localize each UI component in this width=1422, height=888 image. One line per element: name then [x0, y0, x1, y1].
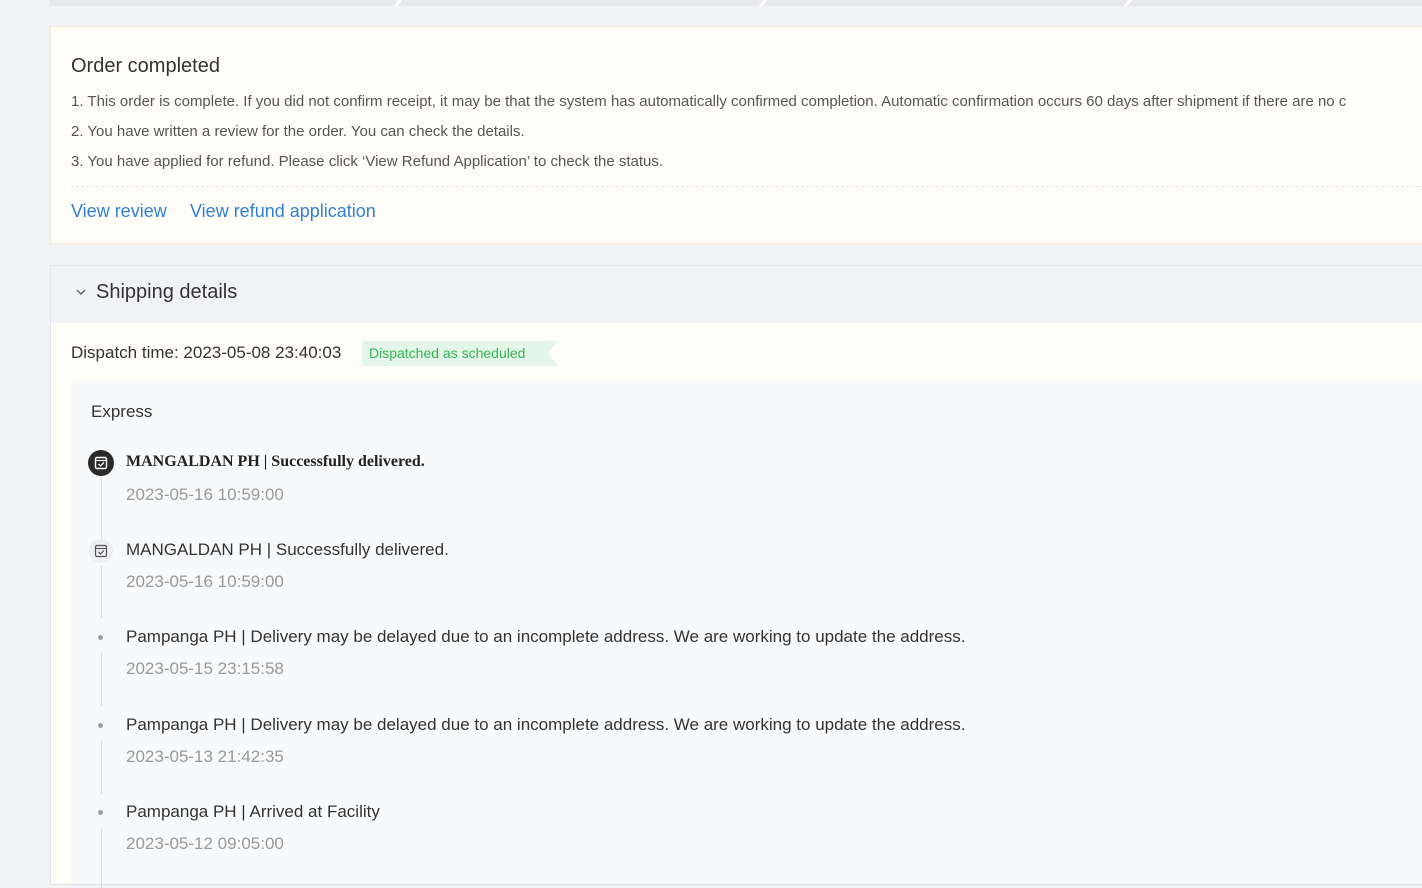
carrier-name: Express	[91, 402, 153, 421]
order-status-card: Order completed 1. This order is complet…	[50, 26, 1422, 244]
dot-icon	[98, 635, 103, 640]
view-review-link[interactable]: View review	[71, 201, 167, 222]
shipping-details-title: Shipping details	[96, 281, 238, 303]
tracking-event-time: 2023-05-13 21:42:35	[126, 747, 284, 766]
step-separator	[390, 0, 406, 6]
tracking-event-text: MANGALDAN PH | Successfully delivered.	[126, 540, 449, 559]
delivered-box-icon	[89, 539, 113, 563]
tracking-event-text: Pampanga PH | Delivery may be delayed du…	[126, 715, 966, 734]
status-note-1: 1. This order is complete. If you did no…	[71, 93, 1347, 110]
status-divider	[71, 186, 1422, 187]
tracking-event-text: MANGALDAN PH | Successfully delivered.	[126, 453, 425, 470]
tracking-event-text: Pampanga PH | Delivery may be delayed du…	[126, 627, 966, 646]
tracking-event-time: 2023-05-16 10:59:00	[126, 572, 284, 591]
shipping-details-header[interactable]: Shipping details	[51, 266, 1422, 322]
timeline-connector	[101, 741, 102, 794]
timeline-connector	[101, 478, 102, 542]
view-refund-application-link[interactable]: View refund application	[190, 201, 376, 222]
step-separator	[1120, 0, 1136, 6]
dot-icon	[98, 810, 103, 815]
dispatch-status-badge: Dispatched as scheduled	[362, 341, 558, 366]
tracking-event-time: 2023-05-16 10:59:00	[126, 485, 284, 504]
step-separator	[755, 0, 771, 6]
tracking-event-time: 2023-05-12 09:05:00	[126, 834, 284, 853]
timeline-connector	[101, 828, 102, 888]
timeline-connector	[101, 566, 102, 618]
delivered-box-icon	[88, 450, 114, 476]
order-step-bar	[50, 0, 1422, 6]
tracking-event-text: Pampanga PH | Arrived at Facility	[126, 802, 380, 821]
tracking-box: Express MANGALDAN PH | Successfully deli…	[71, 381, 1422, 888]
status-note-2: 2. You have written a review for the ord…	[71, 123, 525, 140]
dot-icon	[98, 723, 103, 728]
timeline-connector	[101, 653, 102, 706]
shipping-details-panel: Shipping details Dispatch time: 2023-05-…	[50, 265, 1422, 888]
order-status-title: Order completed	[71, 55, 220, 77]
chevron-down-icon[interactable]	[71, 282, 91, 302]
dispatch-time: Dispatch time: 2023-05-08 23:40:03	[71, 343, 342, 362]
status-note-3: 3. You have applied for refund. Please c…	[71, 153, 664, 170]
tracking-event-time: 2023-05-15 23:15:58	[126, 659, 284, 678]
